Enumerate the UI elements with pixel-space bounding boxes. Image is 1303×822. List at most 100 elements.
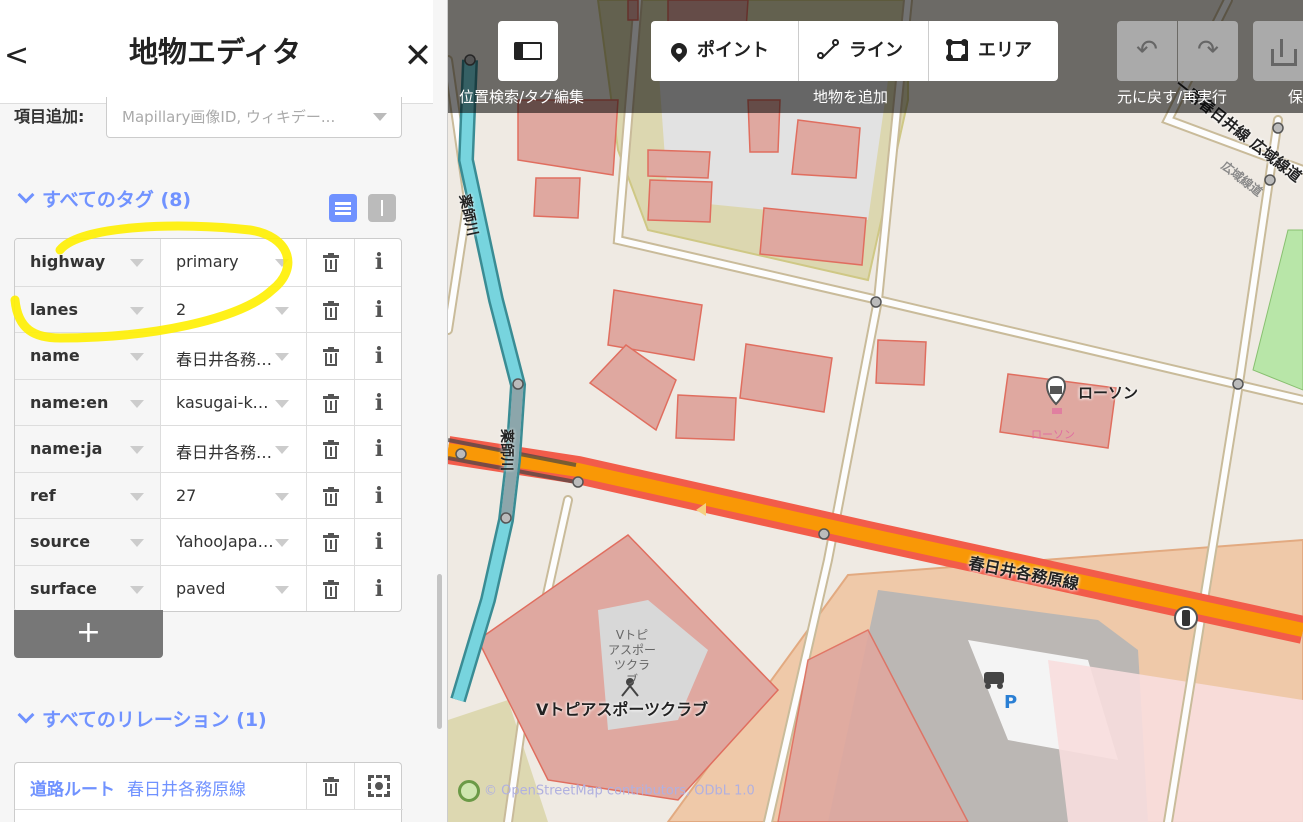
trash-icon: [323, 393, 339, 413]
tag-delete-button[interactable]: [307, 286, 355, 332]
editor-title: 地物エディタ: [129, 35, 301, 69]
tag-value-text: paved: [176, 578, 226, 598]
tag-delete-button[interactable]: [307, 565, 355, 611]
tag-value-field[interactable]: 春日井各務原線: [161, 426, 307, 472]
upload-icon: [1271, 37, 1297, 66]
close-button[interactable]: ✕: [400, 38, 436, 74]
tag-info-button[interactable]: i: [355, 333, 401, 379]
chevron-down-icon: [130, 585, 144, 594]
tag-info-button[interactable]: i: [355, 566, 401, 612]
tag-key-field[interactable]: name: [15, 333, 161, 379]
tag-info-button[interactable]: i: [355, 380, 401, 426]
tag-info-button[interactable]: i: [355, 426, 401, 472]
redo-icon: ↷: [1197, 35, 1219, 65]
back-button[interactable]: <: [4, 38, 29, 74]
add-area-button[interactable]: エリア: [946, 21, 1032, 81]
tag-value-field[interactable]: 27: [161, 472, 307, 518]
trash-icon: [323, 777, 339, 796]
area-icon: [946, 39, 968, 61]
zoom-to-relation-button[interactable]: [355, 763, 403, 809]
tag-delete-button[interactable]: [307, 239, 355, 286]
chevron-down-icon: [275, 353, 289, 361]
save-label: 保: [1288, 88, 1303, 106]
tag-row: ref 27 i: [15, 471, 401, 519]
tags-section-toggle[interactable]: すべてのタグ (8): [16, 186, 191, 213]
tag-key-field[interactable]: source: [15, 519, 161, 565]
sidebar: < 地物エディタ ✕ 項目追加: Mapillary画像ID, ウィキデー...…: [0, 0, 448, 822]
tag-delete-button[interactable]: [307, 426, 355, 472]
chevron-down-icon: [275, 399, 289, 408]
tag-info-button[interactable]: i: [355, 287, 401, 333]
tag-key-field[interactable]: highway: [15, 239, 161, 286]
info-icon: i: [374, 389, 384, 416]
redo-button[interactable]: ↷: [1178, 21, 1238, 81]
tag-key-text: ref: [30, 485, 56, 505]
save-button[interactable]: [1253, 21, 1303, 81]
tag-value-text: YahooJapan/ALPSMAP: [176, 532, 276, 551]
tag-value-text: 春日井各務原線: [176, 443, 276, 462]
add-tag-button[interactable]: +: [14, 610, 163, 658]
tag-info-button[interactable]: i: [355, 519, 401, 565]
tag-row: highway primary i: [15, 239, 401, 286]
tag-value-field[interactable]: kasugai-kakamigahara: [161, 379, 307, 425]
relation-delete-button[interactable]: [307, 763, 355, 809]
tag-key-field[interactable]: lanes: [15, 286, 161, 332]
relations-section-toggle[interactable]: すべてのリレーション (1): [16, 706, 267, 733]
tag-key-field[interactable]: ref: [15, 472, 161, 518]
tag-key-text: name:ja: [30, 439, 103, 458]
tag-delete-button[interactable]: [307, 519, 355, 565]
tag-info-button[interactable]: i: [355, 473, 401, 519]
tag-value-text: 2: [176, 299, 187, 319]
tag-key-field[interactable]: name:en: [15, 379, 161, 425]
add-point-button[interactable]: ポイント: [667, 21, 769, 81]
map-canvas[interactable]: 春日井各務原線 薬師川 薬師川 一宮春日井線 広域線道 広域線道 ローソン ロー…: [448, 0, 1303, 822]
chevron-down-icon: [130, 353, 144, 361]
list-view-button[interactable]: [329, 194, 357, 222]
relation-name[interactable]: 春日井各務原線: [127, 780, 246, 800]
tag-table: highway primary i lanes 2 i name 春日井各務原線 i name:e…: [14, 238, 402, 612]
list-icon: [335, 202, 351, 205]
relations-section-title: すべてのリレーション (1): [42, 709, 267, 731]
tag-delete-button[interactable]: [307, 333, 355, 379]
poi-name-label: ローソン: [1078, 384, 1139, 402]
field-add-label: 項目追加:: [14, 107, 85, 126]
divider: [15, 809, 403, 810]
relation-item[interactable]: 道路ルート 春日井各務原線: [15, 763, 307, 809]
tag-key-field[interactable]: name:ja: [15, 426, 161, 472]
chevron-down-icon: [373, 113, 387, 121]
tag-value-field[interactable]: 2: [161, 286, 307, 332]
map-attribution[interactable]: © OpenStreetMap contributors, ODbL 1.0: [458, 780, 755, 802]
tag-value-field[interactable]: YahooJapan/ALPSMAP: [161, 519, 307, 565]
tag-value-text: primary: [176, 252, 239, 271]
relation-type[interactable]: 道路ルート: [30, 780, 115, 800]
tag-key-text: name: [30, 346, 80, 365]
chevron-down-icon: [275, 259, 289, 267]
tag-value-text: 27: [176, 485, 197, 505]
info-icon: i: [374, 529, 384, 555]
chevron-down-icon: [275, 306, 289, 315]
text-view-button[interactable]: [368, 194, 396, 222]
sidebar-scrollbar[interactable]: [437, 574, 442, 729]
tag-info-button[interactable]: i: [355, 239, 401, 286]
add-line-button[interactable]: ライン: [817, 21, 903, 81]
chevron-down-icon: [130, 492, 144, 501]
tag-value-field[interactable]: paved: [161, 565, 307, 611]
tag-key-field[interactable]: surface: [15, 565, 161, 611]
tag-key-text: highway: [30, 252, 106, 271]
sidebar-toggle-button[interactable]: [498, 21, 558, 81]
line-icon: [817, 39, 839, 61]
info-icon: i: [374, 575, 384, 602]
tag-value-text: kasugai-kakamigahara: [176, 392, 276, 412]
parking-label: P: [1004, 692, 1018, 713]
tag-delete-button[interactable]: [307, 472, 355, 518]
field-add-placeholder: Mapillary画像ID, ウィキデー...: [122, 108, 336, 126]
tag-delete-button[interactable]: [307, 379, 355, 425]
chevron-down-icon: [275, 539, 289, 547]
field-add-combobox[interactable]: Mapillary画像ID, ウィキデー...: [106, 97, 402, 138]
map-data-icon: [458, 780, 480, 802]
tag-value-field[interactable]: primary: [161, 239, 307, 286]
tag-row: source YahooJapan/ALPSMAP i: [15, 518, 401, 565]
tag-value-field[interactable]: 春日井各務原線: [161, 333, 307, 379]
undo-button[interactable]: ↶: [1117, 21, 1177, 81]
chevron-down-icon: [275, 585, 289, 594]
